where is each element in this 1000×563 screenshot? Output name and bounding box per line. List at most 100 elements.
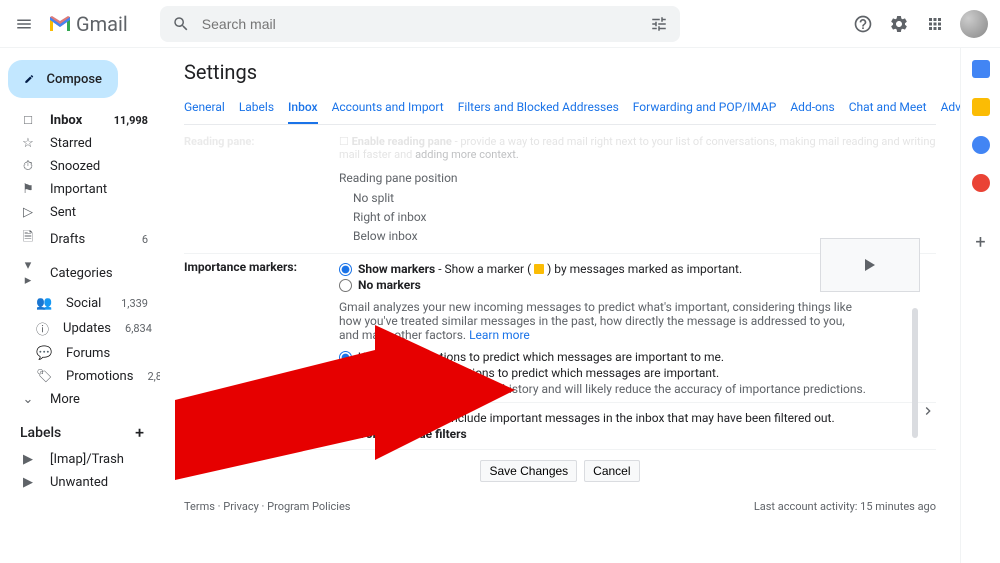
cat-label: Promotions: [66, 369, 133, 384]
save-changes-button[interactable]: Save Changes: [480, 460, 577, 482]
predict-note: Note: this will erase action history and…: [359, 382, 936, 396]
dont-use-past-radio[interactable]: [339, 367, 352, 380]
use-past-text: Use my past actions to predict which mes…: [358, 350, 724, 364]
add-addon-icon[interactable]: +: [975, 232, 985, 253]
nav-icon: ▷: [20, 205, 36, 220]
sidebar-item-sent[interactable]: ▷ Sent: [0, 201, 160, 224]
marker-icon: [534, 264, 544, 274]
show-markers-radio[interactable]: [339, 263, 352, 276]
compose-button[interactable]: Compose: [8, 60, 118, 98]
no-markers-text: No markers: [358, 278, 421, 292]
sidebar-category-forums[interactable]: 💬Forums: [0, 342, 160, 365]
cat-label: Social: [66, 296, 107, 311]
nav-label: Drafts: [50, 232, 128, 247]
cat-icon: 🏷: [36, 369, 52, 384]
sidebar-label-unwanted[interactable]: ▶ Unwanted: [0, 471, 160, 494]
cat-icon: 👥: [36, 296, 52, 311]
sidebar-item-starred[interactable]: ☆ Starred: [0, 132, 160, 155]
calendar-app-icon[interactable]: [972, 60, 990, 78]
privacy-link[interactable]: Privacy: [223, 500, 259, 513]
add-label-icon[interactable]: +: [135, 423, 144, 442]
last-activity-text: Last account activity: 15 minutes ago: [754, 500, 936, 513]
tab-general[interactable]: General: [184, 94, 225, 124]
sidebar-category-social[interactable]: 👥Social1,339: [0, 292, 160, 315]
no-markers-radio[interactable]: [339, 279, 352, 292]
search-bar[interactable]: [160, 6, 680, 42]
importance-video-thumb[interactable]: [820, 238, 920, 292]
more-label: More: [50, 392, 148, 407]
tab-add-ons[interactable]: Add-ons: [790, 94, 834, 124]
nav-label: Sent: [50, 205, 134, 220]
sidebar-label-imaptrash[interactable]: ▶[Imap]/Trash: [0, 448, 160, 471]
nav-icon: ☆: [20, 136, 36, 151]
sidebar-category-promotions[interactable]: 🏷 Promotions 2,854: [0, 365, 160, 388]
settings-footer: Terms · Privacy · Program Policies Last …: [184, 492, 936, 513]
header: Gmail: [0, 0, 1000, 48]
reading-pane-position-label: Reading pane position: [339, 171, 936, 185]
terms-link[interactable]: Terms: [184, 500, 215, 513]
sidebar-item-inbox[interactable]: □Inbox11,998: [0, 108, 160, 132]
cat-count: 2,854: [147, 370, 160, 383]
sidebar-item-snoozed[interactable]: ⏱Snoozed: [0, 155, 160, 178]
keep-app-icon[interactable]: [972, 98, 990, 116]
dont-override-radio[interactable]: [339, 428, 352, 441]
apps-grid-icon[interactable]: [924, 13, 946, 35]
override-filters-radio[interactable]: [339, 412, 352, 425]
nav-label: Important: [50, 182, 134, 197]
nav-label: Starred: [50, 136, 134, 151]
tune-icon[interactable]: [650, 15, 668, 33]
nav-icon: □: [20, 112, 36, 128]
nav-label: Snoozed: [50, 159, 134, 174]
scrollbar[interactable]: [912, 308, 918, 438]
settings-content: Settings General Labels Inbox Accounts and …: [160, 48, 960, 563]
sidebar: Compose □Inbox11,998☆Starred⏱Snoozed⚑Imp…: [0, 48, 160, 563]
tab-inbox[interactable]: Inbox: [288, 94, 318, 124]
reading-pane-desc-cut: ☐ Enable reading pane - provide a way to…: [339, 133, 936, 163]
chevron-down-icon: ⌄: [20, 392, 36, 407]
main-menu-icon[interactable]: [12, 12, 36, 36]
contacts-app-icon[interactable]: [972, 174, 990, 192]
learn-more-link[interactable]: Learn more: [469, 328, 530, 342]
nav-icon: ⚑: [20, 182, 36, 197]
sidebar-item-important[interactable]: ⚑ Important: [0, 178, 160, 201]
importance-analysis-text: Gmail analyzes your new incoming message…: [339, 300, 859, 342]
account-avatar[interactable]: [960, 10, 988, 38]
help-icon[interactable]: [852, 13, 874, 35]
reading-pane-option: No split: [353, 189, 936, 208]
dont-use-past-text: Don't use my past actions to predict whi…: [358, 366, 719, 380]
settings-tabs: General Labels Inbox Accounts and Import Fil…: [184, 94, 936, 125]
nav-count: 6: [142, 233, 148, 246]
tab-advanced[interactable]: Advanced: [941, 94, 960, 124]
gmail-logo[interactable]: Gmail: [48, 12, 128, 36]
tasks-app-icon[interactable]: [972, 136, 990, 154]
policies-link[interactable]: Program Policies: [267, 500, 350, 513]
show-markers-text: Show markers - Show a marker ( ) by mess…: [358, 262, 742, 276]
search-input[interactable]: [202, 16, 638, 32]
tab-chat-and-meet[interactable]: Chat and Meet: [849, 94, 927, 124]
side-panel: +: [960, 48, 1000, 563]
search-icon: [172, 15, 190, 33]
sidebar-category-updates[interactable]: ⓘUpdates6,834: [0, 315, 160, 342]
settings-gear-icon[interactable]: [888, 13, 910, 35]
nav-label: Inbox: [50, 113, 100, 128]
cancel-button[interactable]: Cancel: [584, 460, 639, 482]
pencil-icon: [24, 70, 34, 88]
tab-forwarding-and-pop-imap[interactable]: Forwarding and POP/IMAP: [633, 94, 777, 124]
sidebar-item-categories[interactable]: ▾ ▸Categories: [0, 254, 160, 292]
use-past-radio[interactable]: [339, 351, 352, 364]
nav-icon: ▾ ▸: [20, 258, 36, 288]
dont-override-text: Don't override filters: [358, 427, 467, 441]
settings-title: Settings: [184, 60, 936, 84]
importance-markers-label: Importance markers:: [184, 260, 339, 396]
cat-label: Updates: [63, 321, 111, 336]
tab-filters-and-blocked-addresses[interactable]: Filters and Blocked Addresses: [458, 94, 619, 124]
reading-pane-label: Reading pane:: [184, 133, 339, 247]
label-icon: ▶: [20, 475, 36, 490]
tab-labels[interactable]: Labels: [239, 94, 274, 124]
sidebar-more[interactable]: ⌄ More: [0, 388, 160, 411]
play-icon: [865, 259, 875, 271]
label-text: Unwanted: [50, 475, 148, 490]
sidebar-item-drafts[interactable]: 🗎Drafts6: [0, 224, 160, 254]
tab-accounts-and-import[interactable]: Accounts and Import: [332, 94, 444, 124]
side-panel-toggle[interactable]: [920, 403, 940, 423]
